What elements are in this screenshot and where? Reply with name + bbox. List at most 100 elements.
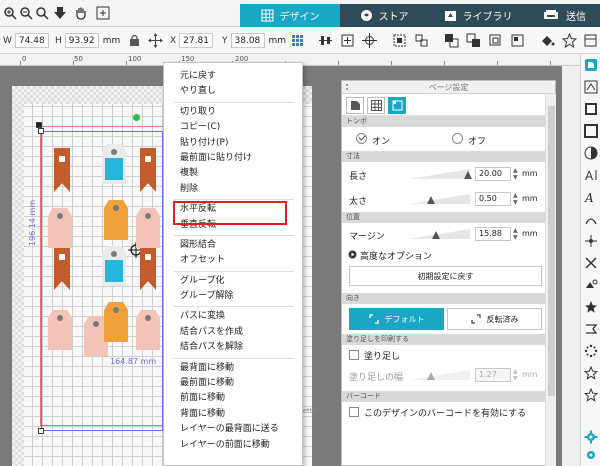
margin-spinner[interactable]: ▲ ▼ — [513, 227, 518, 241]
context-menu-item[interactable]: 最背面に移動 — [164, 361, 302, 376]
context-menu-item[interactable]: オフセット — [164, 253, 302, 268]
tag-shape-blue[interactable] — [102, 144, 126, 184]
reset-defaults-button[interactable]: 初期設定に戻す — [349, 266, 542, 286]
fill-icon[interactable] — [584, 102, 598, 116]
tab-send[interactable]: 送信 — [528, 4, 600, 27]
context-menu-item[interactable]: 結合パスを解除 — [164, 340, 302, 355]
move-icon[interactable] — [148, 33, 163, 48]
tag-shape-orange[interactable] — [104, 200, 128, 240]
zoom-fit-icon[interactable] — [35, 6, 49, 20]
context-menu-item[interactable]: レイヤーの最背面に送る — [164, 422, 302, 437]
context-menu-item[interactable]: 切り取り — [164, 105, 302, 120]
context-menu-item[interactable]: パスに変換 — [164, 309, 302, 324]
length-slider-thumb[interactable] — [464, 171, 472, 179]
drag-grip-icon[interactable] — [346, 84, 352, 90]
thickness-input[interactable]: 0.50 — [475, 192, 511, 206]
text-style-icon[interactable]: A — [584, 190, 598, 204]
settings-star-icon[interactable] — [584, 388, 598, 402]
library-panel-icon[interactable] — [583, 33, 598, 48]
hand-pan-icon[interactable] — [74, 6, 88, 20]
lock-aspect-icon[interactable] — [127, 33, 142, 48]
x-input[interactable]: 27.81 — [179, 33, 214, 48]
context-menu-item[interactable]: 水平反転 — [164, 202, 302, 217]
resize-handle-bl[interactable] — [38, 428, 44, 434]
direction-default-button[interactable]: デフォルト — [349, 308, 444, 330]
bleed-width-spinner[interactable]: ▲ ▼ — [513, 368, 518, 382]
tombo-on-radio[interactable] — [356, 133, 367, 144]
bleed-width-slider-thumb[interactable] — [427, 372, 435, 380]
transform-icon[interactable] — [584, 234, 598, 248]
text-icon[interactable]: A — [584, 168, 598, 182]
y-input[interactable]: 38.08 — [230, 33, 265, 48]
margin-slider[interactable] — [410, 229, 470, 239]
tag-shape-pink[interactable] — [48, 208, 72, 248]
zoom-out-icon[interactable] — [19, 6, 33, 20]
context-menu-item[interactable]: レイヤーの前面に移動 — [164, 438, 302, 453]
gear-icon[interactable] — [584, 430, 598, 444]
context-menu-item[interactable]: 元に戻す — [164, 69, 302, 84]
bleed-width-slider[interactable] — [410, 370, 470, 380]
length-slider[interactable] — [410, 169, 470, 179]
panel-tab-registration[interactable] — [388, 97, 406, 114]
context-menu-item[interactable]: やり直し — [164, 84, 302, 99]
margin-input[interactable]: 15.88 — [475, 227, 511, 241]
context-menu-item[interactable]: グループ化 — [164, 274, 302, 289]
thickness-spinner[interactable]: ▲ ▼ — [513, 192, 518, 206]
context-menu-item[interactable]: 垂直反転 — [164, 218, 302, 233]
group-icon[interactable] — [392, 33, 407, 48]
align-icon[interactable] — [318, 33, 333, 48]
trace-icon[interactable] — [584, 278, 598, 292]
margin-slider-thumb[interactable] — [432, 231, 440, 239]
context-menu-item[interactable]: 複製 — [164, 166, 302, 181]
advanced-options-row[interactable]: 高度なオプション — [342, 247, 555, 263]
move-down-icon[interactable] — [53, 6, 67, 20]
center-icon[interactable] — [340, 33, 355, 48]
rotate-handle[interactable] — [133, 114, 140, 121]
page-settings-icon[interactable] — [584, 58, 598, 72]
tombo-off-radio[interactable] — [452, 133, 463, 144]
canvas-scrollbar[interactable] — [562, 66, 580, 466]
zoom-in-icon[interactable] — [3, 6, 17, 20]
context-menu-item[interactable]: 前面に移動 — [164, 391, 302, 406]
tab-library[interactable]: ライブラリ — [428, 4, 528, 27]
context-menu-item[interactable]: 図形結合 — [164, 238, 302, 253]
context-menu-item[interactable]: 結合パスを作成 — [164, 325, 302, 340]
fill-bucket-icon[interactable] — [540, 33, 555, 48]
replicate-icon[interactable] — [584, 212, 598, 226]
context-menu-item[interactable]: 背面に移動 — [164, 407, 302, 422]
barcode-checkbox[interactable] — [349, 407, 359, 417]
offset-icon[interactable] — [584, 256, 598, 270]
width-input[interactable]: 74.48 — [14, 33, 49, 48]
tab-store[interactable]: ストア — [340, 4, 428, 27]
favorite-star-icon[interactable] — [562, 33, 577, 48]
tag-shape-pink[interactable] — [48, 310, 72, 350]
zoom-box-icon[interactable] — [96, 6, 110, 20]
context-menu-item[interactable]: 削除 — [164, 182, 302, 197]
tag-shape-blue[interactable] — [102, 246, 126, 286]
gear-icon[interactable] — [584, 448, 598, 462]
star-outline-icon[interactable] — [584, 366, 598, 380]
points-icon[interactable] — [584, 300, 598, 314]
bleed-width-input[interactable]: 1.27 — [475, 368, 511, 382]
reference-point-icon[interactable] — [290, 33, 305, 48]
send-back-icon[interactable] — [488, 33, 503, 48]
panel-tab-media[interactable] — [346, 97, 364, 114]
bleed-checkbox[interactable] — [349, 350, 359, 360]
ungroup-icon[interactable] — [414, 33, 429, 48]
thickness-slider[interactable] — [410, 194, 470, 204]
expand-arrow-icon[interactable] — [348, 250, 357, 259]
resize-handle-tl[interactable] — [38, 128, 44, 134]
bring-front-icon[interactable] — [466, 33, 481, 48]
tag-shape-orange[interactable] — [104, 302, 128, 342]
context-menu-item[interactable]: 最前面に移動 — [164, 376, 302, 391]
line-icon[interactable] — [584, 124, 598, 138]
height-input[interactable]: 93.92 — [64, 33, 99, 48]
cut-settings-icon[interactable] — [584, 80, 598, 94]
length-spinner[interactable]: ▲ ▼ — [513, 167, 518, 181]
target-icon[interactable] — [362, 33, 377, 48]
context-menu-item[interactable]: 最前面に貼り付け — [164, 151, 302, 166]
arrange-icon[interactable] — [510, 33, 525, 48]
context-menu-item[interactable]: 貼り付け(P) — [164, 136, 302, 151]
context-menu-item[interactable]: グループ解除 — [164, 289, 302, 304]
sparkle-icon[interactable] — [584, 344, 598, 358]
